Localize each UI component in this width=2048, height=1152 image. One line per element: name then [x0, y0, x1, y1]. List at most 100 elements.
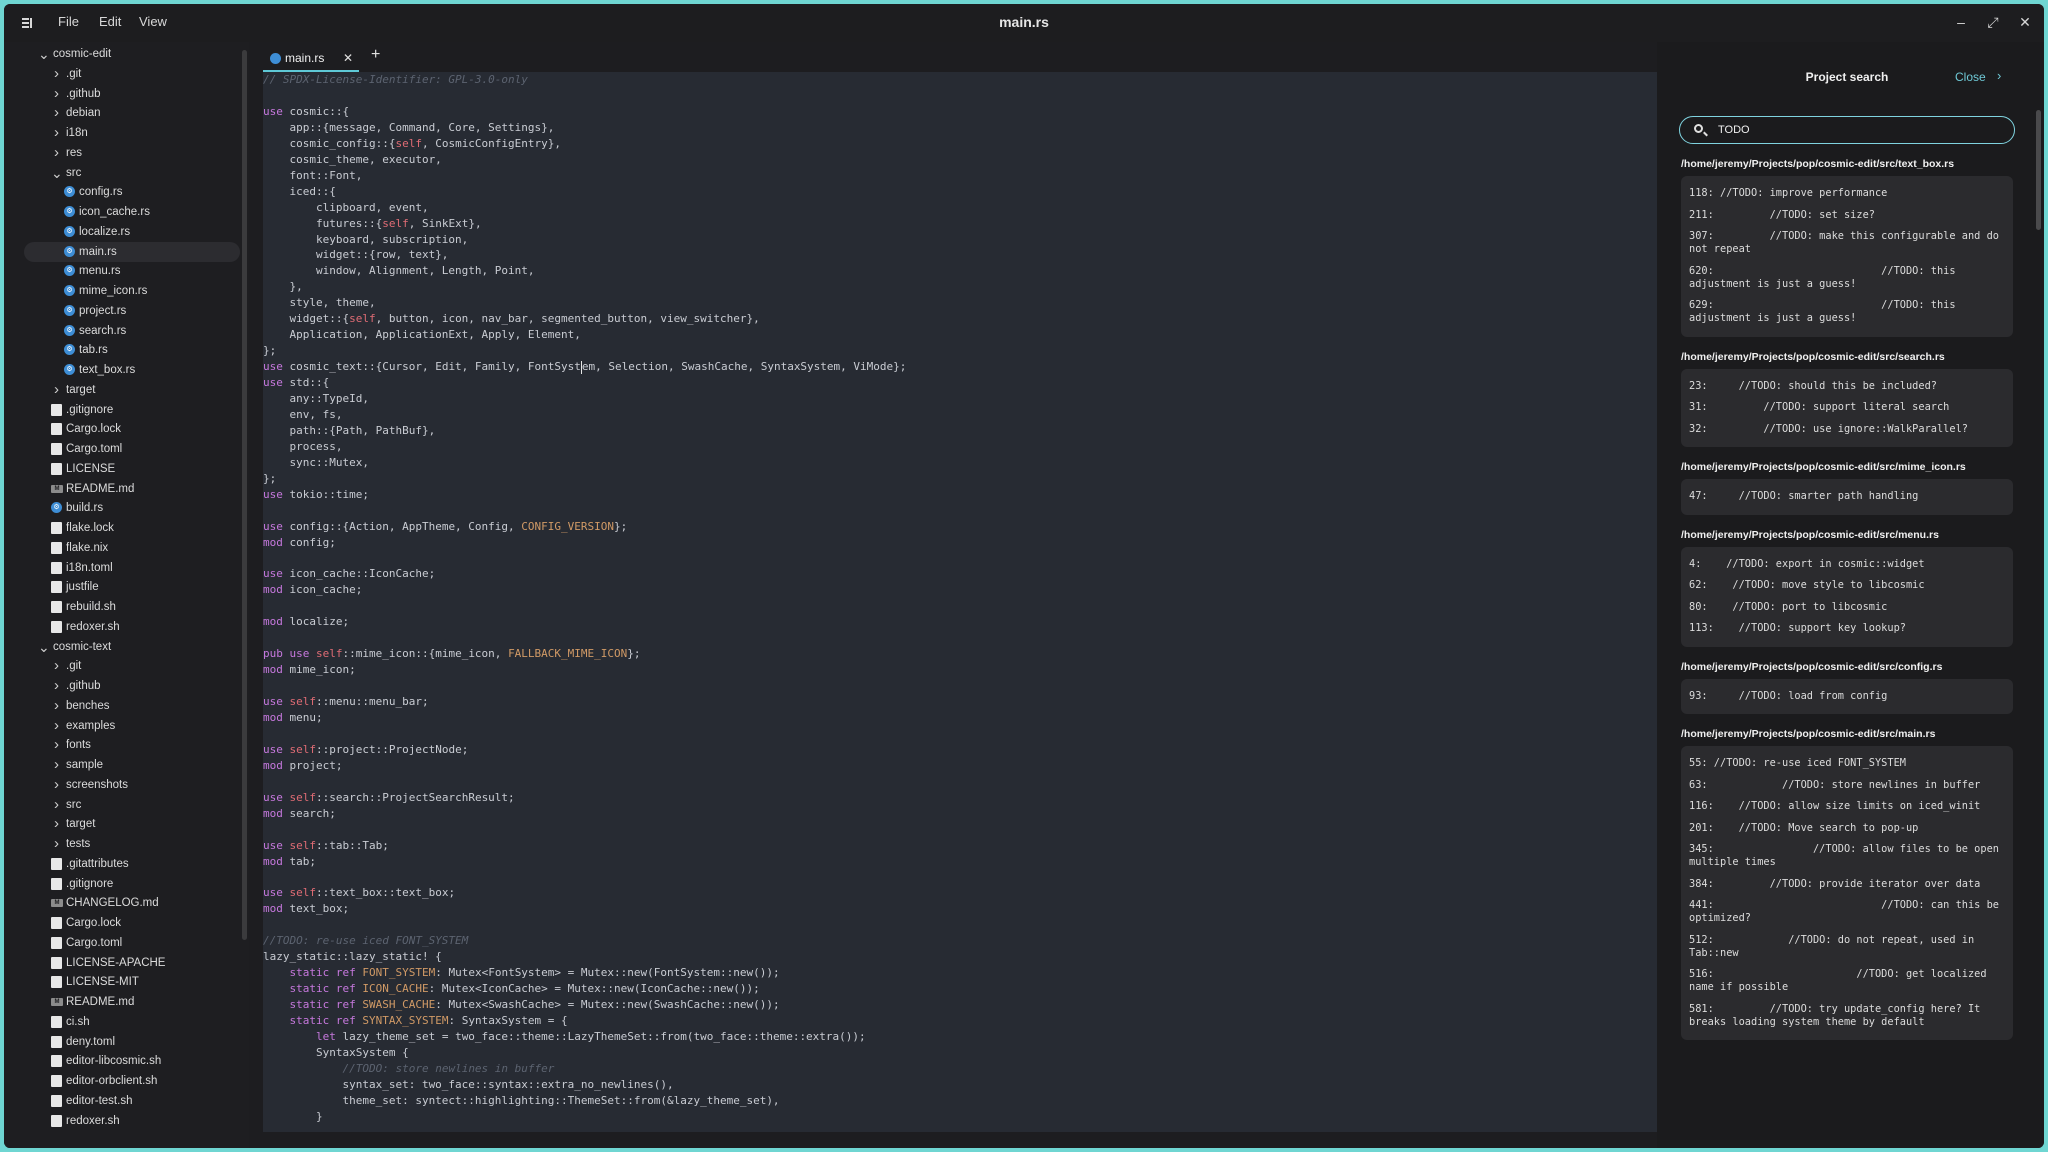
sidebar-item[interactable]: › debian — [24, 103, 240, 123]
sidebar-item[interactable]: ⚙ build.rs — [24, 498, 240, 518]
sidebar-item[interactable]: Cargo.toml — [24, 439, 240, 459]
new-tab-button[interactable]: + — [371, 47, 380, 63]
sidebar-item[interactable]: › screenshots — [24, 775, 240, 795]
sidebar-item[interactable]: ⚙ icon_cache.rs — [24, 202, 240, 222]
result-line[interactable]: 118: //TODO: improve performance — [1689, 187, 2007, 200]
sidebar-item[interactable]: ⚙ mime_icon.rs — [24, 281, 240, 301]
sidebar-item[interactable]: Cargo.lock — [24, 419, 240, 439]
sidebar-item[interactable]: › fonts — [24, 735, 240, 755]
sidebar-item-label: examples — [66, 719, 116, 732]
result-line[interactable]: 307: //TODO: make this configurable and … — [1689, 230, 2007, 256]
result-line[interactable]: 63: //TODO: store newlines in buffer — [1689, 779, 2007, 792]
sidebar-item[interactable]: M README.md — [24, 479, 240, 499]
sidebar-item[interactable]: ⚙ project.rs — [24, 301, 240, 321]
sidebar-item-label: i18n — [66, 127, 88, 139]
sidebar-item[interactable]: ⌄ cosmic-text — [24, 637, 240, 657]
sidebar-item[interactable]: i18n.toml — [24, 558, 240, 578]
sidebar-item[interactable]: .gitattributes — [24, 854, 240, 874]
search-field[interactable] — [1679, 116, 2015, 144]
sidebar-item[interactable]: redoxer.sh — [24, 617, 240, 637]
sidebar-item[interactable]: › res — [24, 143, 240, 163]
result-line[interactable]: 384: //TODO: provide iterator over data — [1689, 878, 2007, 891]
result-line[interactable]: 93: //TODO: load from config — [1689, 690, 2007, 703]
sidebar-item[interactable]: › target — [24, 380, 240, 400]
sidebar-item[interactable]: ⚙ config.rs — [24, 182, 240, 202]
code-token: FONT_SYSTEM — [362, 966, 436, 980]
sidebar-item[interactable]: › tests — [24, 834, 240, 854]
sidebar-item[interactable]: Cargo.toml — [24, 933, 240, 953]
sidebar-item[interactable]: redoxer.sh — [24, 1111, 240, 1131]
maximize-icon[interactable]: ⤢ — [1984, 13, 2002, 31]
sidebar-item[interactable]: ⚙ menu.rs — [24, 261, 240, 281]
sidebar-item[interactable]: › .github — [24, 84, 240, 104]
sidebar-item[interactable]: editor-libcosmic.sh — [24, 1051, 240, 1071]
tab-main-rs[interactable]: main.rs ✕ — [263, 48, 359, 72]
sidebar-item[interactable]: M CHANGELOG.md — [24, 893, 240, 913]
sidebar-item[interactable]: ⚙ search.rs — [24, 321, 240, 341]
sidebar-item[interactable]: › i18n — [24, 123, 240, 143]
sidebar-item[interactable]: › .git — [24, 656, 240, 676]
sidebar-item[interactable]: › src — [24, 795, 240, 815]
result-line[interactable]: 201: //TODO: Move search to pop-up — [1689, 822, 2007, 835]
result-line[interactable]: 55: //TODO: re-use iced FONT_SYSTEM — [1689, 757, 2007, 770]
sidebar-item-label: i18n.toml — [66, 561, 113, 574]
chevron-right-icon[interactable]: › — [1997, 68, 2001, 83]
sidebar-item[interactable]: M README.md — [24, 992, 240, 1012]
sidebar-item[interactable]: .gitignore — [24, 400, 240, 420]
result-line[interactable]: 512: //TODO: do not repeat, used in Tab:… — [1689, 934, 2007, 960]
sidebar-item[interactable]: ⌄ cosmic-edit — [24, 44, 240, 64]
result-line[interactable]: 113: //TODO: support key lookup? — [1689, 622, 2007, 635]
search-input[interactable] — [1718, 122, 1998, 138]
result-line[interactable]: 80: //TODO: port to libcosmic — [1689, 601, 2007, 614]
result-line[interactable]: 581: //TODO: try update_config here? It … — [1689, 1003, 2007, 1029]
result-line[interactable]: 441: //TODO: can this be optimized? — [1689, 899, 2007, 925]
sidebar-item[interactable]: rebuild.sh — [24, 597, 240, 617]
result-line[interactable]: 23: //TODO: should this be included? — [1689, 380, 2007, 393]
result-line[interactable]: 620: //TODO: this adjustment is just a g… — [1689, 265, 2007, 291]
sidebar-item[interactable]: › .github — [24, 676, 240, 696]
result-line[interactable]: 345: //TODO: allow files to be open mult… — [1689, 843, 2007, 869]
code-editor[interactable]: // SPDX-License-Identifier: GPL-3.0-only… — [263, 72, 1657, 1132]
sidebar-item[interactable]: › target — [24, 814, 240, 834]
result-line[interactable]: 32: //TODO: use ignore::WalkParallel? — [1689, 423, 2007, 436]
sidebar-item[interactable]: flake.nix — [24, 538, 240, 558]
sidebar-item[interactable]: LICENSE-APACHE — [24, 953, 240, 973]
sidebar-item[interactable]: .gitignore — [24, 874, 240, 894]
minimize-icon[interactable]: – — [1952, 13, 1970, 31]
tab-close-icon[interactable]: ✕ — [343, 51, 353, 65]
sidebar-item[interactable]: › sample — [24, 755, 240, 775]
sidebar-item[interactable]: › benches — [24, 696, 240, 716]
panel-scrollbar[interactable] — [2036, 110, 2041, 230]
result-line[interactable]: 47: //TODO: smarter path handling — [1689, 490, 2007, 503]
sidebar-item[interactable]: editor-orbclient.sh — [24, 1071, 240, 1091]
sidebar-item[interactable]: › .git — [24, 64, 240, 84]
sidebar-item[interactable]: ⚙ main.rs — [24, 241, 240, 262]
sidebar-item[interactable]: ⚙ text_box.rs — [24, 360, 240, 380]
sidebar-item[interactable]: editor-test.sh — [24, 1091, 240, 1111]
close-icon[interactable]: ✕ — [2016, 13, 2034, 31]
sidebar-item[interactable]: LICENSE-MIT — [24, 972, 240, 992]
code-line: //TODO: store newlines in buffer — [263, 1061, 554, 1077]
sidebar-item[interactable]: ⌄ src — [24, 163, 240, 183]
sidebar-item[interactable]: › examples — [24, 716, 240, 736]
result-line[interactable]: 116: //TODO: allow size limits on iced_w… — [1689, 800, 2007, 813]
sidebar-item[interactable]: deny.toml — [24, 1032, 240, 1052]
result-line[interactable]: 4: //TODO: export in cosmic::widget — [1689, 558, 2007, 571]
sidebar-item[interactable]: justfile — [24, 577, 240, 597]
close-panel-button[interactable]: Close — [1955, 70, 1986, 84]
result-line[interactable]: 62: //TODO: move style to libcosmic — [1689, 579, 2007, 592]
sidebar-item[interactable]: ⚙ localize.rs — [24, 222, 240, 242]
code-line: any::TypeId, — [263, 391, 368, 407]
result-line[interactable]: 629: //TODO: this adjustment is just a g… — [1689, 299, 2007, 325]
sidebar-item[interactable]: flake.lock — [24, 518, 240, 538]
rust-file-icon: ⚙ — [64, 186, 75, 198]
sidebar-item[interactable]: LICENSE — [24, 459, 240, 479]
sidebar-scrollbar[interactable] — [242, 50, 247, 940]
result-line[interactable]: 31: //TODO: support literal search — [1689, 401, 2007, 414]
sidebar-item[interactable]: ci.sh — [24, 1012, 240, 1032]
sidebar-item[interactable]: Cargo.lock — [24, 913, 240, 933]
code-token: mod — [263, 806, 283, 820]
result-line[interactable]: 211: //TODO: set size? — [1689, 209, 2007, 222]
sidebar-item[interactable]: ⚙ tab.rs — [24, 340, 240, 360]
result-line[interactable]: 516: //TODO: get localized name if possi… — [1689, 968, 2007, 994]
